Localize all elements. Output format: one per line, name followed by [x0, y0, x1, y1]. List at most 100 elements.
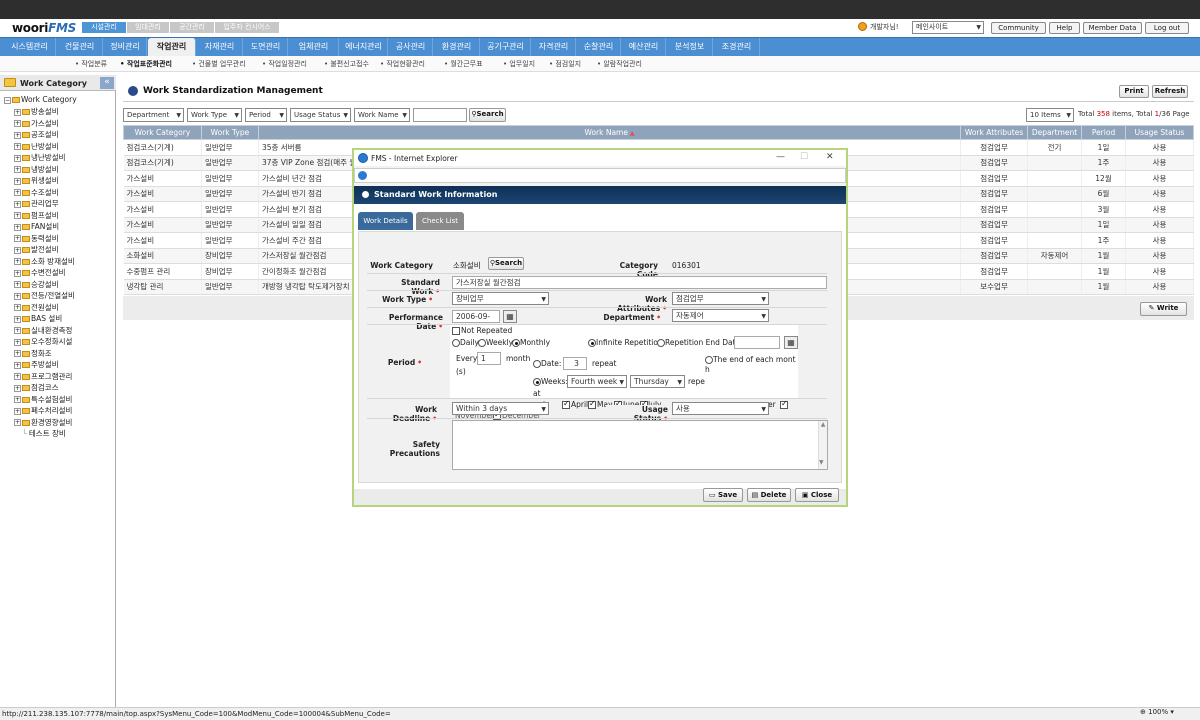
expand-icon[interactable]: +: [14, 304, 21, 311]
expand-icon[interactable]: +: [14, 177, 21, 185]
print-button[interactable]: Print: [1119, 85, 1149, 98]
main-nav-item[interactable]: 작업관리: [148, 38, 196, 56]
close-button[interactable]: ▣ Close: [795, 488, 839, 502]
expand-icon[interactable]: +: [14, 373, 21, 380]
expand-icon[interactable]: +: [14, 189, 21, 196]
top-tab-space[interactable]: 공간관리: [170, 22, 214, 33]
main-nav-item[interactable]: 정비관리: [104, 38, 147, 56]
week-select[interactable]: Fourth week: [567, 375, 627, 388]
help-button[interactable]: Help: [1049, 22, 1080, 34]
end-of-month-radio[interactable]: [705, 356, 713, 364]
tree-item[interactable]: + 가스설비: [14, 118, 59, 129]
usage-status-filter[interactable]: Usage Status: [290, 108, 351, 122]
expand-icon[interactable]: +: [14, 120, 21, 127]
performance-date-input[interactable]: 2006-09-20: [452, 310, 500, 333]
main-nav-item[interactable]: 건물관리: [57, 38, 103, 56]
tree-item[interactable]: + 방송설비: [14, 106, 59, 117]
community-button[interactable]: Community: [991, 22, 1046, 34]
department-select[interactable]: 자동제어: [672, 309, 769, 322]
tree-item[interactable]: + 승강설비: [14, 279, 59, 290]
not-repeated-checkbox[interactable]: [452, 327, 460, 335]
zoom-level[interactable]: ⊕ 100% ▾: [1140, 708, 1174, 716]
weeks-radio[interactable]: [533, 378, 541, 386]
column-header[interactable]: Work Attributes: [960, 125, 1029, 140]
save-button[interactable]: ▭ Save: [703, 488, 743, 502]
sub-nav-item[interactable]: • 작업현황관리: [380, 58, 425, 70]
main-nav-item[interactable]: 자격관리: [532, 38, 576, 56]
top-tab-lease[interactable]: 임대관리: [127, 22, 169, 33]
period-filter[interactable]: Period: [245, 108, 287, 122]
expand-icon[interactable]: +: [14, 143, 21, 150]
expand-icon[interactable]: +: [14, 327, 21, 334]
expand-icon[interactable]: +: [14, 235, 21, 242]
expand-icon[interactable]: +: [14, 396, 21, 403]
tree-item[interactable]: + 수조설비: [14, 187, 59, 198]
expand-icon[interactable]: +: [14, 108, 21, 116]
tree-item[interactable]: + 동력설비: [14, 233, 59, 244]
expand-icon[interactable]: +: [14, 200, 21, 208]
close-window-icon[interactable]: ✕: [826, 152, 834, 162]
calendar-icon[interactable]: ▦: [784, 336, 798, 349]
tree-item-leaf[interactable]: └ 테스트 장비: [22, 428, 66, 439]
tree-item[interactable]: + 오수정화시설: [14, 336, 72, 347]
category-search-button[interactable]: ⚲Search: [488, 257, 524, 270]
month-checkbox[interactable]: [588, 399, 596, 409]
main-nav-item[interactable]: 환경관리: [434, 38, 480, 56]
column-header[interactable]: Work Name ▲: [257, 125, 962, 140]
delete-button[interactable]: ▤ Delete: [747, 488, 791, 502]
expand-icon[interactable]: +: [14, 407, 21, 415]
standard-work-input[interactable]: 가스저장실 월간점검: [452, 276, 827, 289]
sub-nav-item[interactable]: • 건물별 업무관리: [192, 58, 246, 70]
main-nav-item[interactable]: 업체관리: [289, 38, 339, 56]
tree-item[interactable]: + 소화 방재설비: [14, 256, 75, 267]
tree-item[interactable]: + 냉방설비: [14, 164, 59, 175]
main-nav-item[interactable]: 시스템관리: [4, 38, 56, 56]
column-header[interactable]: Department: [1027, 125, 1083, 140]
collapse-sidebar-icon[interactable]: «: [100, 77, 114, 89]
expand-icon[interactable]: +: [14, 281, 21, 288]
refresh-button[interactable]: Refresh: [1152, 85, 1188, 98]
expand-icon[interactable]: +: [14, 258, 21, 265]
expand-icon[interactable]: +: [14, 292, 21, 300]
repetition-end-radio[interactable]: [657, 339, 665, 347]
main-nav-item[interactable]: 도면관리: [244, 38, 288, 56]
tree-item[interactable]: + 실내환경측정: [14, 325, 72, 336]
sub-nav-item[interactable]: • 점검일지: [549, 58, 581, 70]
expand-icon[interactable]: +: [14, 338, 21, 346]
main-nav-item[interactable]: 에너지관리: [340, 38, 388, 56]
main-nav-item[interactable]: 조경관리: [714, 38, 760, 56]
main-nav-item[interactable]: 공사관리: [389, 38, 433, 56]
date-input[interactable]: 3: [563, 357, 587, 370]
expand-icon[interactable]: +: [14, 350, 21, 357]
tree-item[interactable]: + 난방설비: [14, 141, 59, 152]
expand-icon[interactable]: +: [14, 154, 21, 162]
sub-nav-item[interactable]: • 작업표준화관리: [120, 58, 172, 70]
column-header[interactable]: Work Category: [123, 125, 202, 140]
tree-item[interactable]: + 위생설비: [14, 175, 59, 186]
member-data-button[interactable]: Member Data: [1083, 22, 1142, 34]
tab-work-details[interactable]: Work Details: [358, 212, 413, 230]
main-nav-item[interactable]: 자재관리: [197, 38, 243, 56]
department-filter[interactable]: Department: [123, 108, 184, 122]
column-header[interactable]: Usage Status: [1125, 125, 1194, 140]
search-button[interactable]: ⚲Search: [469, 108, 506, 122]
work-deadline-select[interactable]: Within 3 days: [452, 402, 549, 415]
tree-item[interactable]: + 펌프설비: [14, 210, 59, 221]
top-tab-tenant[interactable]: 입주자 컨시어스: [215, 22, 279, 33]
write-button[interactable]: ✎ Write: [1140, 302, 1187, 316]
main-nav-item[interactable]: 순찰관리: [577, 38, 621, 56]
sub-nav-item[interactable]: • 불편신고접수: [324, 58, 369, 70]
main-nav-item[interactable]: 예산관리: [622, 38, 666, 56]
tree-item[interactable]: + 프로그램관리: [14, 371, 72, 382]
expand-icon[interactable]: +: [14, 384, 21, 392]
sub-nav-item[interactable]: • 알람작업관리: [597, 58, 642, 70]
calendar-icon[interactable]: ▦: [503, 310, 517, 323]
top-tab-facility[interactable]: 시설관리: [82, 22, 126, 33]
expand-icon[interactable]: +: [14, 269, 21, 277]
date-radio[interactable]: [533, 360, 541, 368]
month-checkbox[interactable]: [562, 399, 570, 409]
expand-icon[interactable]: +: [14, 166, 21, 173]
tree-item[interactable]: + 환경영향설비: [14, 417, 72, 428]
scroll-down-icon[interactable]: ▼: [819, 459, 824, 466]
work-name-filter[interactable]: Work Name: [354, 108, 410, 122]
